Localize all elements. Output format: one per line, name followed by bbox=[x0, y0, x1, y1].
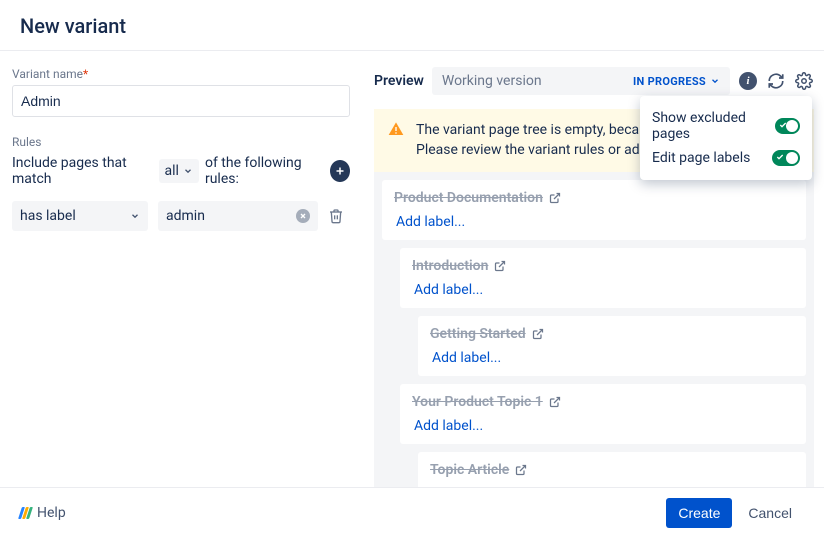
add-label-button[interactable]: Add label... bbox=[412, 418, 794, 434]
variant-name-label: Variant name* bbox=[12, 67, 350, 81]
match-mode-select[interactable]: all bbox=[159, 159, 199, 183]
node-title: Getting Started bbox=[430, 326, 526, 342]
check-icon bbox=[779, 121, 787, 129]
chevron-down-icon bbox=[183, 166, 193, 176]
warning-icon bbox=[388, 121, 404, 137]
info-icon: i bbox=[739, 72, 757, 90]
chevron-down-icon bbox=[710, 76, 720, 86]
required-mark: * bbox=[83, 67, 88, 81]
add-label-button[interactable]: Add label... bbox=[430, 350, 794, 366]
create-button[interactable]: Create bbox=[666, 498, 732, 528]
check-icon bbox=[776, 153, 784, 161]
node-title: Product Documentation bbox=[394, 190, 543, 206]
help-link[interactable]: Help bbox=[20, 505, 66, 521]
help-icon bbox=[20, 507, 31, 519]
refresh-icon bbox=[767, 72, 785, 90]
external-link-icon[interactable] bbox=[532, 328, 544, 340]
rule-value-input[interactable]: admin bbox=[158, 201, 318, 231]
edit-labels-toggle[interactable] bbox=[772, 150, 800, 166]
version-selector[interactable]: Working version IN PROGRESS bbox=[432, 67, 730, 95]
footer: Help Create Cancel bbox=[0, 487, 824, 538]
info-button[interactable]: i bbox=[738, 71, 758, 91]
gear-icon bbox=[795, 72, 813, 90]
rule-row: has label admin bbox=[12, 201, 350, 231]
external-link-icon[interactable] bbox=[549, 396, 561, 408]
page-tree: Product DocumentationAdd label...Introdu… bbox=[374, 172, 814, 528]
x-icon bbox=[299, 212, 307, 220]
show-excluded-label: Show excluded pages bbox=[652, 110, 775, 142]
external-link-icon[interactable] bbox=[515, 464, 527, 476]
edit-labels-label: Edit page labels bbox=[652, 150, 750, 166]
show-excluded-toggle[interactable] bbox=[775, 118, 800, 134]
preview-header: Preview Working version IN PROGRESS i bbox=[374, 67, 814, 95]
external-link-icon[interactable] bbox=[549, 192, 561, 204]
node-title: Topic Article bbox=[430, 462, 509, 478]
add-label-button[interactable]: Add label... bbox=[412, 282, 794, 298]
clear-rule-value-button[interactable] bbox=[296, 209, 310, 223]
chevron-down-icon bbox=[130, 211, 140, 221]
tree-node: Introduction Add label... bbox=[400, 248, 806, 308]
plus-icon bbox=[334, 165, 346, 177]
cancel-button[interactable]: Cancel bbox=[736, 498, 804, 528]
node-title: Introduction bbox=[412, 258, 488, 274]
node-title: Your Product Topic 1 bbox=[412, 394, 543, 410]
variant-name-input[interactable] bbox=[12, 85, 350, 117]
status-badge[interactable]: IN PROGRESS bbox=[633, 75, 720, 88]
rules-prefix: Include pages that match bbox=[12, 155, 153, 187]
rules-section-label: Rules bbox=[12, 135, 350, 149]
preview-title: Preview bbox=[374, 73, 424, 89]
rule-type-select[interactable]: has label bbox=[12, 201, 148, 231]
tree-node: Product Documentation Add label... bbox=[382, 180, 806, 240]
settings-button[interactable] bbox=[794, 71, 814, 91]
show-excluded-row: Show excluded pages bbox=[652, 106, 800, 146]
page-header: New variant bbox=[0, 0, 824, 51]
external-link-icon[interactable] bbox=[494, 260, 506, 272]
version-label: Working version bbox=[442, 73, 542, 89]
settings-popover: Show excluded pages Edit page labels bbox=[640, 96, 812, 180]
page-title: New variant bbox=[20, 14, 804, 38]
tree-node: Your Product Topic 1 Add label... bbox=[400, 384, 806, 444]
left-panel: Variant name* Rules Include pages that m… bbox=[10, 67, 350, 528]
rules-suffix: of the following rules: bbox=[205, 155, 324, 187]
add-label-button[interactable]: Add label... bbox=[394, 214, 794, 230]
add-rule-button[interactable] bbox=[330, 160, 350, 182]
tree-node: Getting Started Add label... bbox=[418, 316, 806, 376]
refresh-button[interactable] bbox=[766, 71, 786, 91]
edit-labels-row: Edit page labels bbox=[652, 146, 800, 170]
trash-icon[interactable] bbox=[328, 208, 344, 224]
rules-match-line: Include pages that match all of the foll… bbox=[12, 155, 350, 187]
